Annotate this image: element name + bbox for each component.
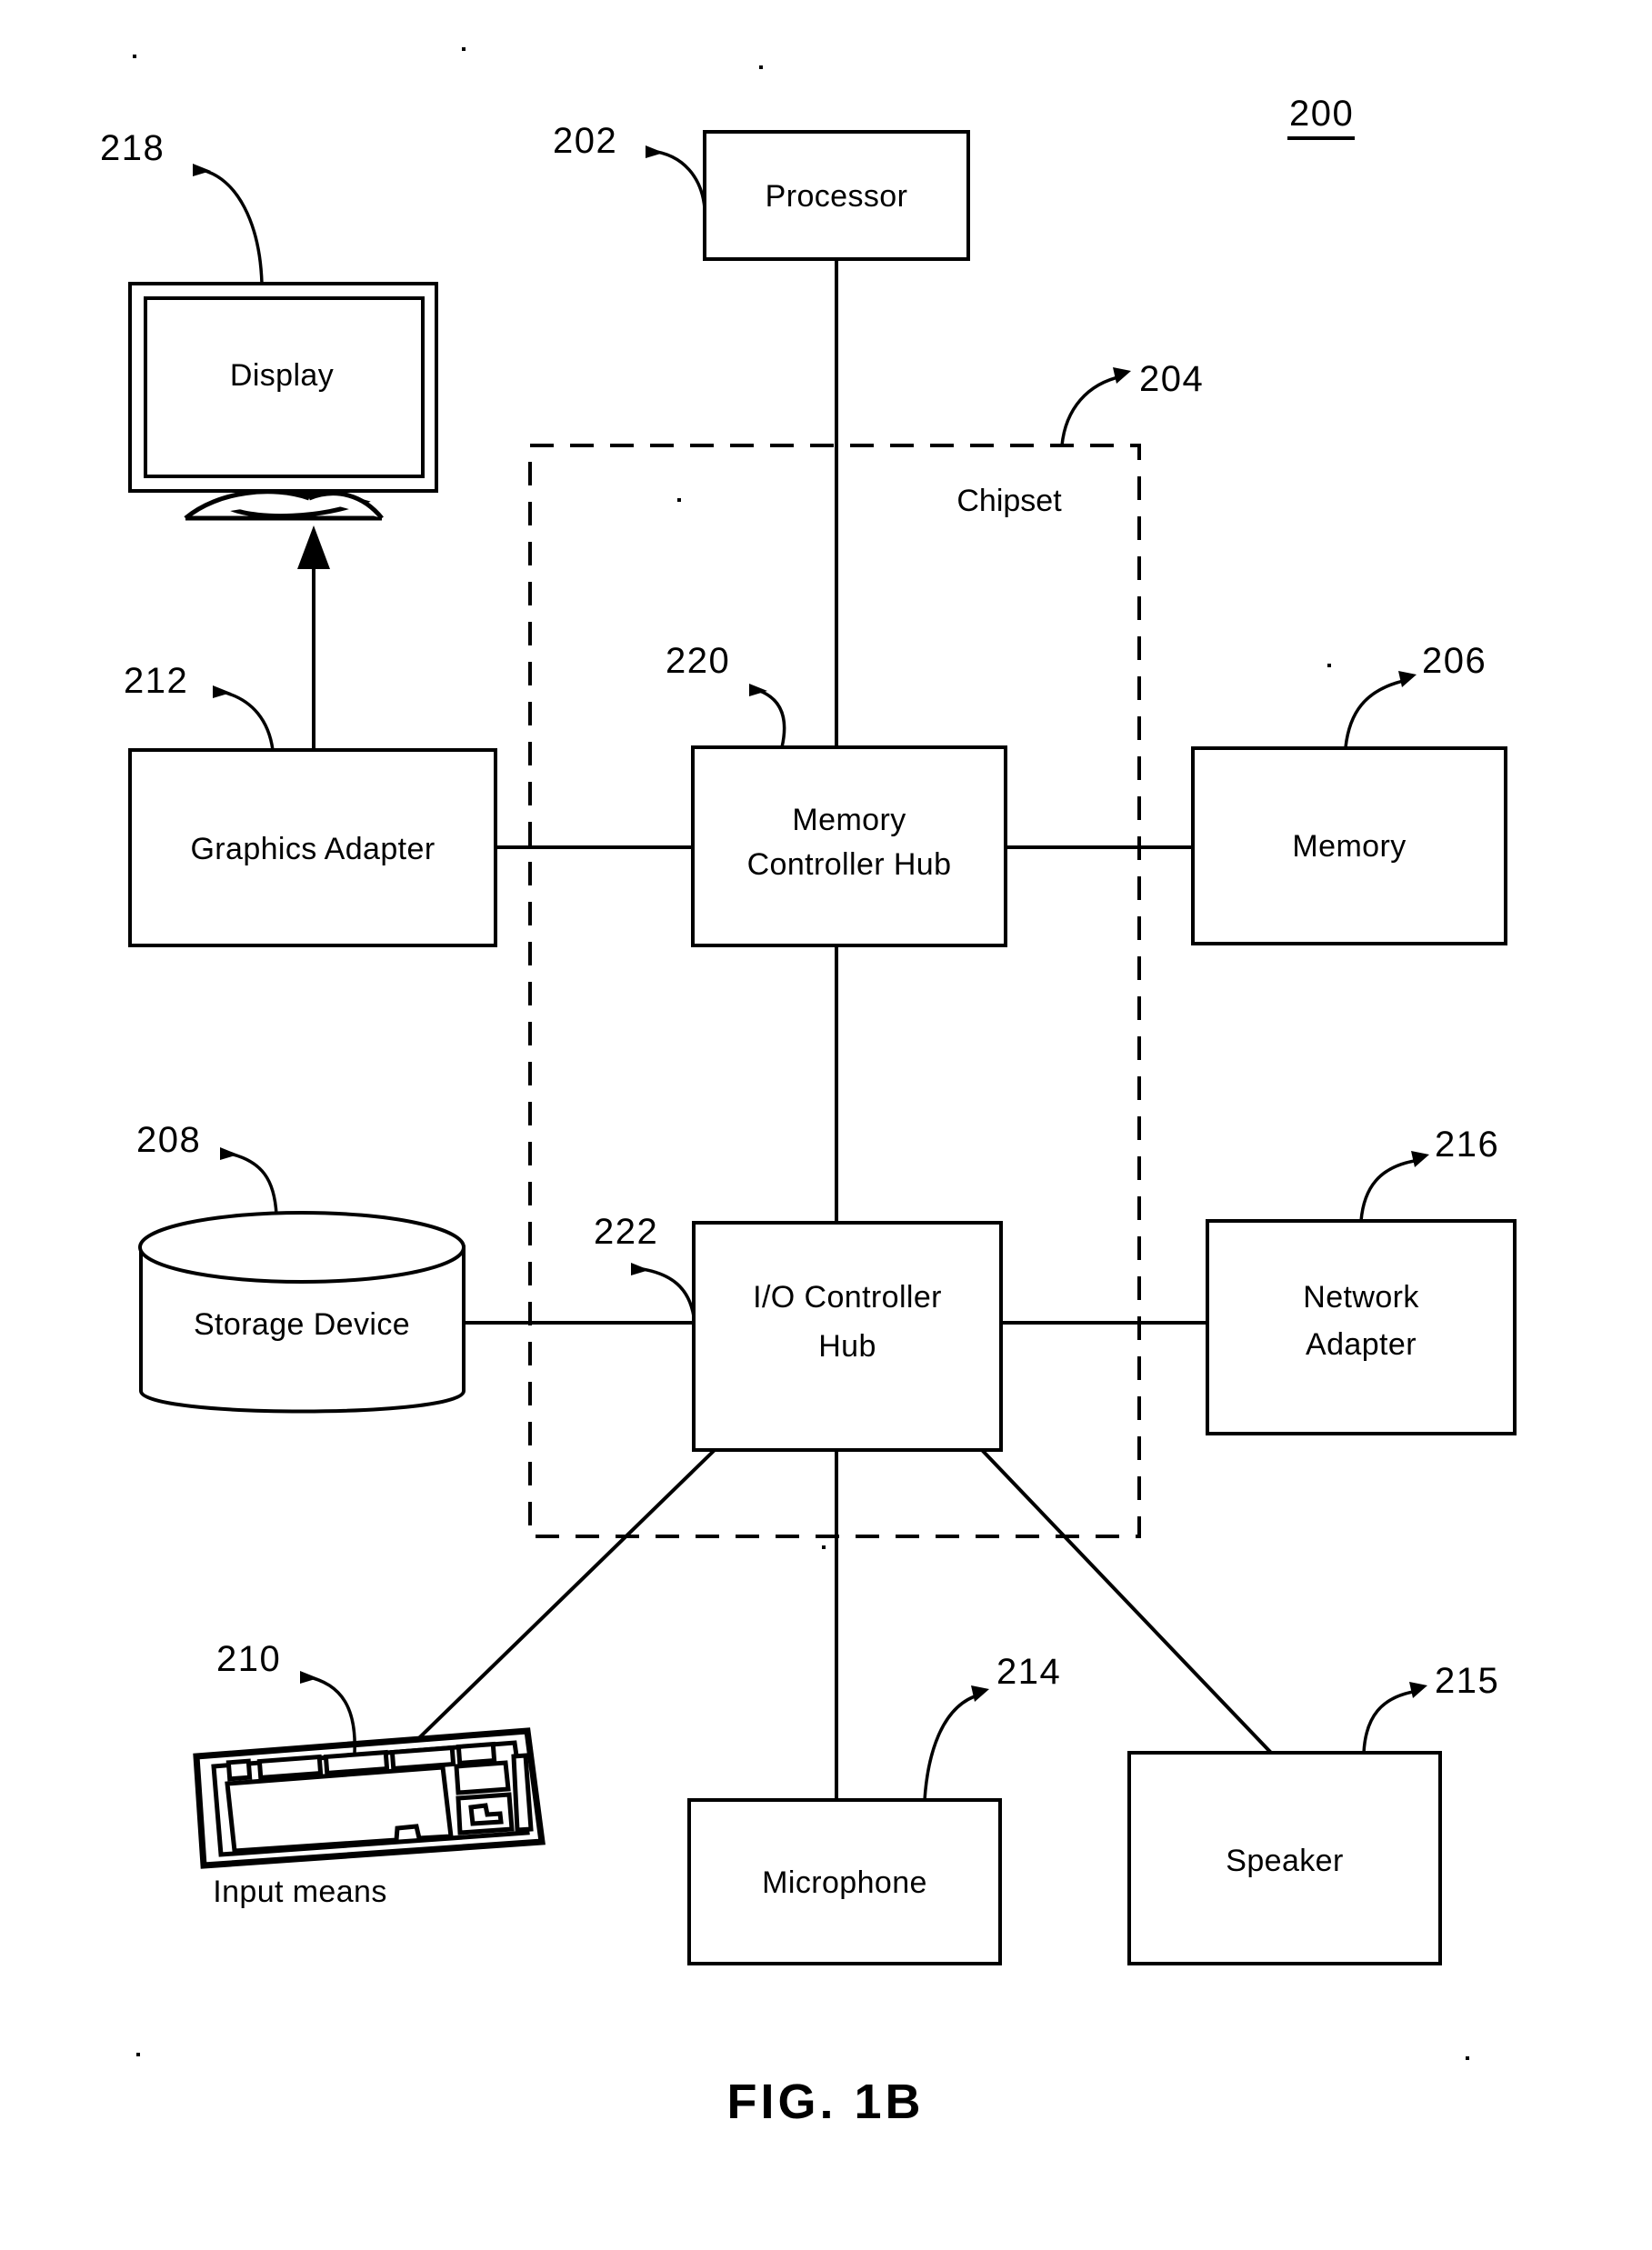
arrowhead-to-display: [297, 525, 330, 569]
display-label: Display: [230, 358, 334, 393]
memory-label: Memory: [1292, 829, 1406, 864]
network-adapter-label-line1: Network: [1303, 1280, 1419, 1315]
ref-callout-206: 206: [1344, 641, 1487, 748]
ich-label-line1: I/O Controller: [753, 1280, 942, 1315]
block-processor[interactable]: Processor: [703, 130, 970, 261]
ref-label-215: 215: [1435, 1661, 1499, 1701]
block-memory-controller-hub[interactable]: Memory Controller Hub: [691, 745, 1007, 947]
ich-label-line2: Hub: [818, 1329, 876, 1364]
block-microphone[interactable]: Microphone: [687, 1798, 1002, 1965]
ref-label-220: 220: [666, 641, 730, 681]
graphics-adapter-label: Graphics Adapter: [190, 832, 435, 866]
wire-ich-to-input: [391, 1448, 716, 1765]
block-graphics-adapter[interactable]: Graphics Adapter: [128, 748, 497, 947]
ref-label-210: 210: [216, 1639, 281, 1679]
patent-figure-1b: Processor 202 200 Chipset 204 Display 21…: [0, 0, 1652, 2250]
storage-device-label: Storage Device: [194, 1307, 410, 1342]
ref-callout-216: 216: [1359, 1125, 1499, 1222]
connection-wires: [297, 259, 1273, 1800]
ref-label-202: 202: [553, 121, 617, 161]
ref-callout-210: 210: [216, 1639, 356, 1754]
ref-callout-208: 208: [136, 1120, 278, 1215]
ref-callout-202: 202: [553, 121, 706, 209]
ref-callout-218: 218: [100, 128, 264, 285]
input-means-label: Input means: [213, 1875, 387, 1909]
ref-label-206: 206: [1422, 641, 1487, 681]
speaker-label: Speaker: [1226, 1844, 1343, 1878]
microphone-label: Microphone: [762, 1865, 927, 1900]
mch-label-line1: Memory: [792, 803, 906, 837]
block-input-means[interactable]: Input means: [193, 1727, 546, 1909]
ref-callout-222: 222: [594, 1212, 696, 1317]
block-display[interactable]: Display: [128, 282, 438, 521]
ref-label-218: 218: [100, 128, 165, 168]
ref-callout-215: 215: [1362, 1661, 1499, 1754]
ref-callout-200: 200: [1287, 94, 1355, 140]
chipset-label: Chipset: [956, 484, 1062, 518]
network-adapter-label-line2: Adapter: [1306, 1327, 1417, 1362]
ref-label-208: 208: [136, 1120, 201, 1160]
mch-label-line2: Controller Hub: [747, 847, 952, 882]
ref-callout-204: 204: [1060, 359, 1204, 446]
ref-label-214: 214: [996, 1652, 1061, 1692]
block-storage-device[interactable]: Storage Device: [138, 1211, 466, 1414]
ref-callout-220: 220: [666, 641, 786, 748]
block-diagram-canvas: Processor 202 200 Chipset 204 Display 21…: [100, 47, 1517, 2129]
ref-label-222: 222: [594, 1212, 658, 1252]
block-speaker[interactable]: Speaker: [1127, 1751, 1442, 1965]
processor-label: Processor: [766, 179, 908, 214]
ref-callout-212: 212: [124, 661, 275, 751]
block-memory[interactable]: Memory: [1191, 746, 1507, 945]
block-network-adapter[interactable]: Network Adapter: [1206, 1219, 1517, 1435]
ref-label-200: 200: [1289, 94, 1354, 134]
block-io-controller-hub[interactable]: I/O Controller Hub: [692, 1221, 1003, 1452]
ref-label-216: 216: [1435, 1125, 1499, 1165]
wire-ich-to-speaker: [980, 1448, 1273, 1755]
ref-label-204: 204: [1139, 359, 1204, 399]
figure-caption: FIG. 1B: [726, 2075, 924, 2129]
ref-label-212: 212: [124, 661, 188, 701]
ref-callout-214: 214: [923, 1652, 1061, 1801]
